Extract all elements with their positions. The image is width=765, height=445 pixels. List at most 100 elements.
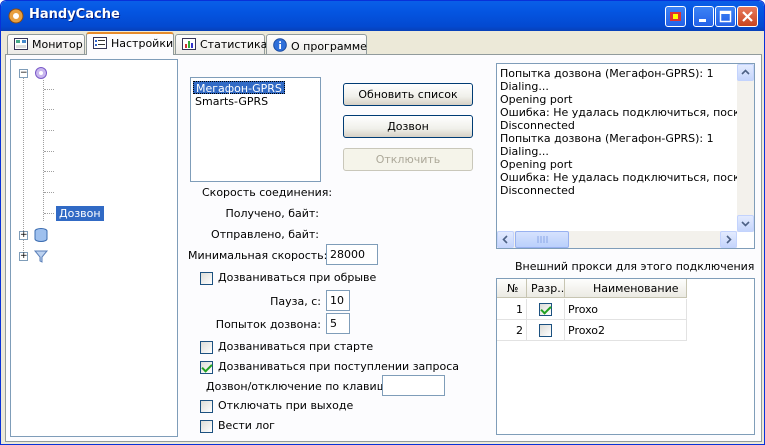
tab-statistics[interactable]: Статистика <box>175 34 267 54</box>
arrow-down-icon <box>741 221 750 227</box>
row-name: Proxo2 <box>565 320 687 341</box>
tree-item-ie-integration[interactable]: Интеграция в IE <box>59 186 152 199</box>
row-allowed-cell <box>527 320 565 341</box>
redial-on-break-checkbox[interactable] <box>200 272 213 285</box>
tree-line <box>44 89 54 90</box>
tab-label: Настройки <box>111 37 174 50</box>
tree-item-dialup[interactable]: Дозвон <box>56 206 104 221</box>
proxy-table[interactable]: № Разр... Наименование 1 Proxo 2 Proxo2 <box>496 278 755 435</box>
log-horizontal-scrollbar[interactable] <box>497 231 737 248</box>
tree-item-dns-cache[interactable]: Кэш DNS <box>59 165 110 178</box>
row-name: Proxo <box>565 299 687 320</box>
tree-item-lists[interactable]: Списки <box>53 250 95 263</box>
minimize-icon <box>699 19 706 22</box>
tab-monitor[interactable]: Монитор <box>7 34 85 54</box>
special-button[interactable] <box>665 6 686 27</box>
settings-content: − Общие Вид Доступ Внешний прокси Управл… <box>5 54 762 442</box>
connection-item[interactable]: Smarts-GPRS <box>193 95 270 108</box>
hotkey-input[interactable] <box>382 375 445 396</box>
tree-item-view[interactable]: Вид <box>59 83 81 96</box>
refresh-list-button[interactable]: Обновить список <box>343 83 473 106</box>
attempts-input[interactable]: 5 <box>326 313 350 334</box>
maximize-button[interactable] <box>715 6 736 27</box>
tree-line <box>44 192 54 193</box>
log-line: Попытка дозвона (Мегафон-GPRS): 1 <box>500 132 714 145</box>
pause-input[interactable]: 10 <box>326 290 350 311</box>
log-line: Попытка дозвона (Мегафон-GPRS): 1 <box>500 67 714 80</box>
log-line: Disconnected <box>500 184 575 197</box>
keep-log-label: Вести лог <box>218 419 275 432</box>
dial-on-start-checkbox[interactable] <box>200 341 213 354</box>
tree-item-general[interactable]: Общие <box>53 67 93 80</box>
scroll-up-button[interactable] <box>737 64 754 81</box>
tree-line <box>44 213 54 214</box>
scroll-right-button[interactable] <box>720 231 737 248</box>
database-icon <box>34 228 48 242</box>
log-line: Ошибка: Не удалась подключиться, посколь… <box>500 171 755 184</box>
tree-item-access[interactable]: Доступ <box>59 103 100 116</box>
arrow-right-icon <box>726 235 732 244</box>
proxy-allowed-checkbox[interactable] <box>539 303 552 316</box>
stats-icon <box>182 38 196 50</box>
scroll-thumb[interactable] <box>515 231 569 248</box>
dial-button[interactable]: Дозвон <box>343 115 473 138</box>
close-icon <box>742 11 753 22</box>
tree-line <box>44 151 54 152</box>
settings-icon <box>93 37 107 49</box>
monitor-icon <box>14 38 28 50</box>
disconnect-on-exit-checkbox[interactable] <box>200 400 213 413</box>
dial-on-request-checkbox[interactable] <box>200 361 213 374</box>
maximize-icon <box>719 10 732 23</box>
collapse-general[interactable]: − <box>19 69 28 78</box>
close-button[interactable] <box>737 6 758 27</box>
tree-line <box>44 171 54 172</box>
settings-tree: − Общие Вид Доступ Внешний прокси Управл… <box>10 59 178 437</box>
arrow-left-icon <box>502 235 508 244</box>
row-number: 1 <box>497 299 527 320</box>
column-header-allowed[interactable]: Разр... <box>527 279 568 298</box>
redial-on-break-label: Дозваниваться при обрыве <box>218 271 377 284</box>
app-icon <box>8 8 24 24</box>
tab-settings[interactable]: Настройки <box>86 32 174 55</box>
min-speed-input[interactable]: 28000 <box>326 244 378 265</box>
disconnect-button[interactable]: Отключить <box>343 148 473 171</box>
min-speed-label: Минимальная скорость: <box>188 249 328 262</box>
column-header-name[interactable]: Наименование <box>565 279 687 298</box>
connection-list[interactable]: Мегафон-GPRS Smarts-GPRS <box>190 77 321 182</box>
dial-on-request-label: Дозваниваться при поступлении запроса <box>218 360 459 373</box>
attempts-label: Попыток дозвона: <box>215 318 321 331</box>
log-line: Disconnected <box>500 119 575 132</box>
keep-log-checkbox[interactable] <box>200 420 213 433</box>
log-line: Dialing... <box>500 80 549 93</box>
title-bar[interactable]: HandyCache <box>1 1 764 31</box>
tree-item-external-proxy[interactable]: Внешний прокси <box>59 124 156 137</box>
tab-about[interactable]: О программе <box>266 34 367 54</box>
log-line: Ошибка: Не удалась подключиться, посколь… <box>500 106 755 119</box>
dial-on-start-label: Дозваниваться при старте <box>218 340 374 353</box>
gear-icon <box>35 67 47 79</box>
minimize-button[interactable] <box>693 6 714 27</box>
hotkey-label: Дозвон/отключение по клавише: <box>206 380 398 393</box>
expand-lists[interactable]: + <box>19 252 28 261</box>
flag-icon <box>670 12 681 21</box>
sent-label: Отправлено, байт: <box>211 228 319 241</box>
info-icon <box>273 38 287 52</box>
main-window: HandyCache Монитор Настройки Статистика … <box>0 0 765 445</box>
scroll-down-button[interactable] <box>737 215 754 232</box>
proxy-allowed-checkbox[interactable] <box>539 324 552 337</box>
proxy-section-title: Внешний прокси для этого подключения <box>515 260 755 273</box>
tab-label: Монитор <box>32 38 83 51</box>
expand-cache[interactable]: + <box>19 231 28 240</box>
connection-item[interactable]: Мегафон-GPRS <box>193 81 285 95</box>
arrow-up-icon <box>741 69 750 75</box>
speed-label: Скорость соединения: <box>202 186 333 199</box>
scroll-left-button[interactable] <box>497 231 514 248</box>
column-header-number[interactable]: № <box>497 279 527 298</box>
log-vertical-scrollbar[interactable] <box>737 64 754 232</box>
tree-line <box>44 109 54 110</box>
tree-line <box>44 130 54 131</box>
row-number: 2 <box>497 320 527 341</box>
dialup-log[interactable]: Попытка дозвона (Мегафон-GPRS): 1 Dialin… <box>496 63 755 249</box>
window-title: HandyCache <box>29 7 120 22</box>
tree-item-cache[interactable]: Кэш <box>53 229 77 242</box>
